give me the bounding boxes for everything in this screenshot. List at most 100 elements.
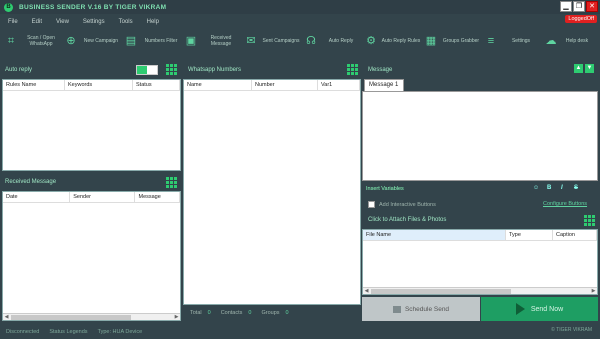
app-window: B BUSINESS SENDER V.16 BY TIGER VIKRAM ▁… [0,0,600,339]
counts-row: Total 0 Contacts 0 Groups 0 [190,310,289,316]
scan-whatsapp-button[interactable]: ⌗ Scan / Open WhatsApp [4,34,61,48]
tab-message-1[interactable]: Message 1 [364,79,404,91]
column-type[interactable]: Type [506,230,553,240]
schedule-send-button[interactable]: Schedule Send [362,297,480,321]
contacts-count: Contacts 0 [220,310,252,316]
attach-grid-icon[interactable] [584,215,595,226]
groups-count: Groups 0 [261,310,289,316]
column-var1[interactable]: Var1 [318,80,360,90]
received-message-button[interactable]: ▣ Received Message [184,34,241,48]
numbers-list-header: Name Number Var1 [184,80,360,91]
scroll-right-icon[interactable]: ▶ [590,288,597,295]
numbers-header: Whatsapp Numbers [183,63,361,77]
attach-header[interactable]: Click to Attach Files & Photos [363,213,583,227]
plus-circle-icon: ⊕ [66,35,76,47]
credit-text: © TIGER VIKRAM [551,327,592,333]
received-grid-icon[interactable] [166,177,177,188]
column-message[interactable]: Message [135,192,180,202]
emoji-icon[interactable]: ☺ [533,185,539,191]
column-number[interactable]: Number [252,80,318,90]
interactive-buttons-checkbox[interactable] [368,201,375,208]
bold-button[interactable]: B [547,185,551,191]
sent-campaigns-icon: ✉ [246,35,256,47]
strikethrough-button[interactable]: S [574,185,578,191]
received-header: Received Message [0,175,180,189]
received-list-header: Date Sender Message [3,192,180,203]
cloud-help-icon: ☁ [545,35,557,47]
received-title: Received Message [5,179,57,185]
menu-tools[interactable]: Tools [119,19,133,25]
received-hscrollbar[interactable]: ◀ ▶ [3,313,180,320]
total-count: Total 0 [190,310,211,316]
scroll-right-icon[interactable]: ▶ [173,314,180,321]
scroll-thumb[interactable] [11,315,131,320]
numbers-list[interactable]: Name Number Var1 [183,79,361,305]
menu-edit[interactable]: Edit [32,19,42,25]
device-type: Type: HUA Device [97,328,143,335]
numbers-grid-icon[interactable] [347,64,358,75]
message-title: Message [368,67,393,73]
interactive-buttons-label: Add Interactive Buttons [379,201,436,208]
groups-grabber-button[interactable]: ▦ Groups Grabber [424,34,481,48]
toggle-knob [137,66,147,74]
column-file-name[interactable]: File Name [363,230,506,240]
auto-reply-rules-button[interactable]: ⚙ Auto Reply Rules [364,34,421,48]
window-title: BUSINESS SENDER V.16 BY TIGER VIKRAM [19,3,167,11]
column-name[interactable]: Name [184,80,252,90]
new-campaign-button[interactable]: ⊕ New Campaign [64,34,121,48]
schedule-send-label: Schedule Send [404,305,450,313]
received-list[interactable]: Date Sender Message ◀ ▶ [2,191,181,321]
menu-view[interactable]: View [56,19,69,25]
status-bar: Disconnected Status Legends Type: HUA De… [0,324,600,339]
column-rules-name[interactable]: Rules Name [3,80,65,90]
auto-reply-list[interactable]: Rules Name Keywords Status [2,79,181,171]
attach-list[interactable]: File Name Type Caption ◀ ▶ [362,229,598,295]
play-icon [515,303,525,315]
numbers-filter-button[interactable]: ▤ Numbers Filter [124,34,181,48]
settings-button[interactable]: ≡ Settings [484,34,541,48]
close-button[interactable]: ✕ [586,1,598,12]
attach-list-header: File Name Type Caption [363,230,597,241]
column-sender[interactable]: Sender [70,192,136,202]
login-status-badge: LoggedOff [565,15,597,23]
message-next-button[interactable]: ▼ [585,64,594,73]
column-caption[interactable]: Caption [553,230,597,240]
calendar-icon [392,305,401,313]
column-date[interactable]: Date [3,192,71,202]
interactive-buttons-option[interactable]: Add Interactive Buttons [368,201,436,208]
app-logo-icon: B [4,2,13,12]
scroll-thumb[interactable] [371,289,511,294]
title-bar: B BUSINESS SENDER V.16 BY TIGER VIKRAM ▁… [0,0,600,14]
menu-file[interactable]: File [8,19,18,25]
auto-reply-toggle[interactable] [136,65,158,75]
headset-icon: ☊ [306,35,316,47]
message-textarea[interactable] [362,91,598,181]
settings-icon: ≡ [487,35,495,47]
sent-campaigns-button[interactable]: ✉ Sent Campaigns [244,34,301,48]
status-legends-link[interactable]: Status Legends [49,329,87,335]
attach-hscrollbar[interactable]: ◀ ▶ [363,287,597,294]
message-prev-button[interactable]: ▲ [574,64,583,73]
column-keywords[interactable]: Keywords [65,80,133,90]
help-desk-button[interactable]: ☁ Help desk [544,34,593,48]
auto-reply-grid-icon[interactable] [166,64,177,75]
configure-buttons-link[interactable]: Configure Buttons [543,201,587,207]
minimize-button[interactable]: ▁ [560,1,572,12]
scroll-left-icon[interactable]: ◀ [363,288,370,295]
send-now-label: Send Now [530,305,564,313]
auto-reply-button[interactable]: ☊ Auto Reply [304,34,361,48]
insert-variables-button[interactable]: Insert Variables [366,186,404,192]
attach-title[interactable]: Click to Attach Files & Photos [368,217,446,223]
maximize-button[interactable]: ❐ [573,1,585,12]
auto-reply-list-header: Rules Name Keywords Status [3,80,180,91]
auto-reply-title: Auto reply [5,67,33,73]
send-now-button[interactable]: Send Now [481,297,598,321]
menu-help[interactable]: Help [147,19,159,25]
scan-icon: ⌗ [7,35,15,47]
scroll-left-icon[interactable]: ◀ [3,314,10,321]
menu-settings[interactable]: Settings [83,19,105,25]
menu-bar: File Edit View Settings Tools Help [0,16,159,28]
window-controls: ▁ ❐ ✕ [560,1,598,12]
column-status[interactable]: Status [133,80,180,90]
italic-button[interactable]: I [561,185,563,191]
